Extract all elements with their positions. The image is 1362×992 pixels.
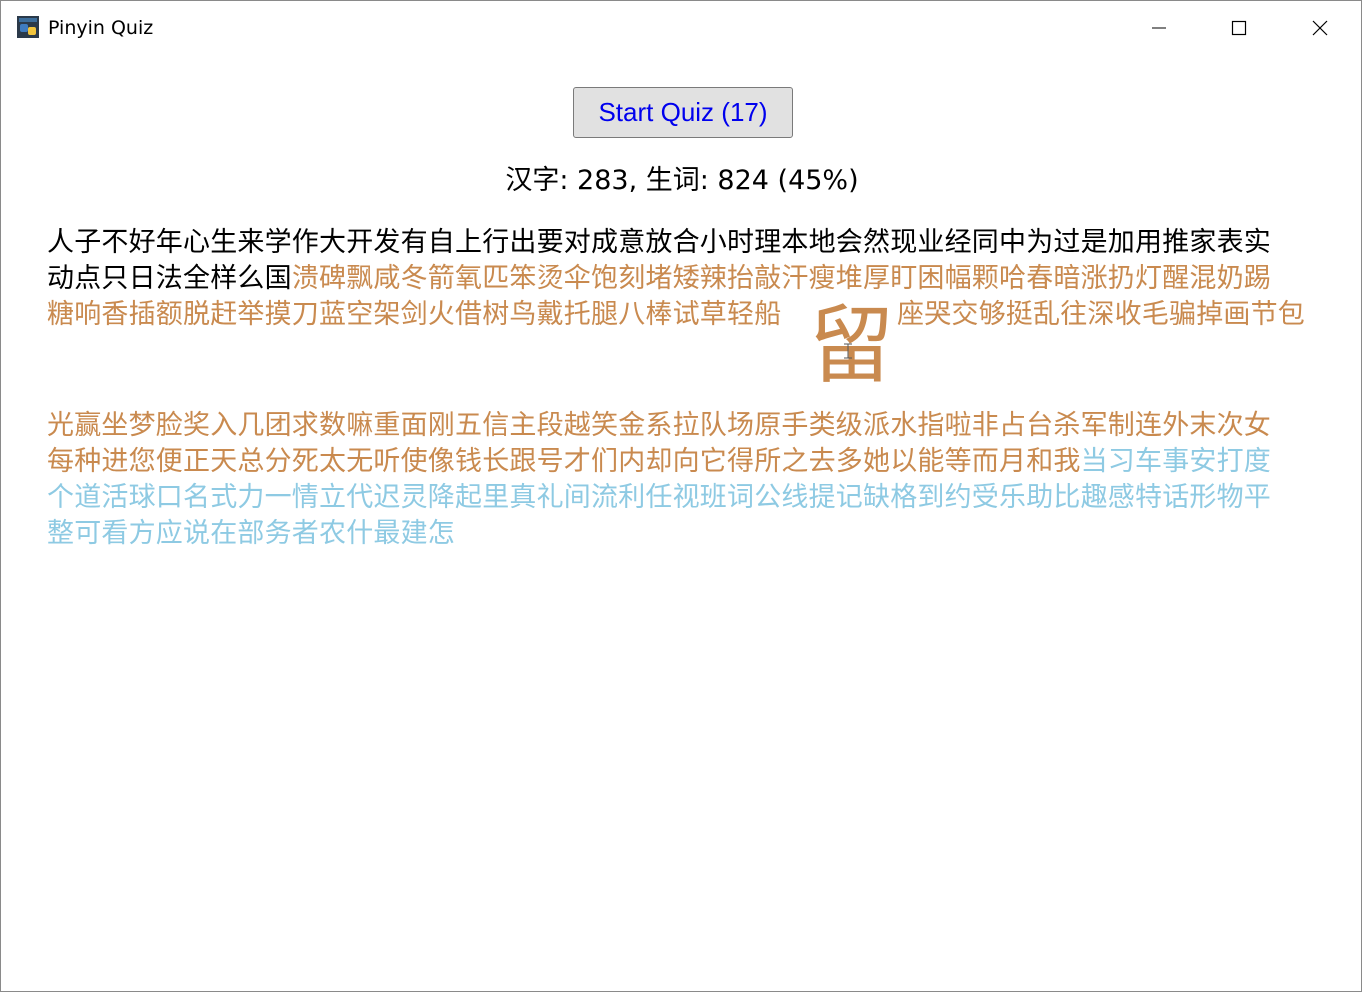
close-icon [1312,20,1328,36]
minimize-icon [1152,27,1166,29]
learning-characters[interactable]: 光赢坐梦脸奖入几团求数嘛重面刚五信主段越笑金系拉队场原手类级派水指啦非占台杀军制… [47,410,1271,441]
char-line-5: 每种进您便正天总分死太无听使像钱长跟号才们内却向它得所之去多她以能等而月和我当习… [47,444,1337,480]
title-bar[interactable]: Pinyin Quiz [1,1,1361,55]
python-app-icon [17,16,39,38]
progress-stats: 汉字: 283, 生词: 824 (45%) [505,165,859,196]
learning-characters[interactable]: 每种进您便正天总分死太无听使像钱长跟号才们内却向它得所之去多她以能等而月和我 [47,446,1081,477]
known-characters[interactable]: 动点只日法全样么国 [47,263,292,294]
learning-characters[interactable]: 座哭交够挺乱往深收毛骗掉画节包 [897,297,1305,333]
known-characters[interactable]: 人子不好年心生来学作大开发有自上行出要对成意放合小时理本地会然现业经同中为过是加… [47,227,1271,258]
text-cursor-icon [844,343,852,359]
character-grid: 人子不好年心生来学作大开发有自上行出要对成意放合小时理本地会然现业经同中为过是加… [47,225,1337,552]
char-line-3: 糖响香插额脱赶举摸刀蓝空架剑火借树鸟戴托腿八棒试草轻船 留 座哭交够挺乱往深收毛… [47,297,1337,408]
new-characters[interactable]: 整可看方应说在部务者农什最建怎 [47,518,455,549]
app-window: Pinyin Quiz Start Quiz (17) 汉字: 283, 生词:… [0,0,1362,992]
close-button[interactable] [1280,1,1360,55]
char-line-1: 人子不好年心生来学作大开发有自上行出要对成意放合小时理本地会然现业经同中为过是加… [47,225,1337,261]
new-characters[interactable]: 个道活球口名式力一情立代迟灵降起里真礼间流利任视班词公线提记缺格到约受乐助比趣感… [47,482,1271,513]
char-line-7: 整可看方应说在部务者农什最建怎 [47,516,1337,552]
minimize-button[interactable] [1119,1,1199,55]
learning-characters[interactable]: 糖响香插额脱赶举摸刀蓝空架剑火借树鸟戴托腿八棒试草轻船 [47,297,781,333]
maximize-button[interactable] [1199,1,1279,55]
char-line-6: 个道活球口名式力一情立代迟灵降起里真礼间流利任视班词公线提记缺格到约受乐助比趣感… [47,480,1337,516]
window-title: Pinyin Quiz [48,17,154,39]
learning-characters[interactable]: 溃碑飘咸冬箭氧匹笨烫伞饱刻堵矮辣抬敲汗瘦堆厚盯困幅颗哈春暗涨扔灯醒混奶踢 [292,263,1271,294]
char-line-4: 光赢坐梦脸奖入几团求数嘛重面刚五信主段越笑金系拉队场原手类级派水指啦非占台杀军制… [47,408,1337,444]
maximize-icon [1231,20,1247,36]
start-quiz-button[interactable]: Start Quiz (17) [573,87,793,138]
char-line-2: 动点只日法全样么国溃碑飘咸冬箭氧匹笨烫伞饱刻堵矮辣抬敲汗瘦堆厚盯困幅颗哈春暗涨扔… [47,261,1337,297]
new-characters[interactable]: 当习车事安打度 [1081,446,1271,477]
